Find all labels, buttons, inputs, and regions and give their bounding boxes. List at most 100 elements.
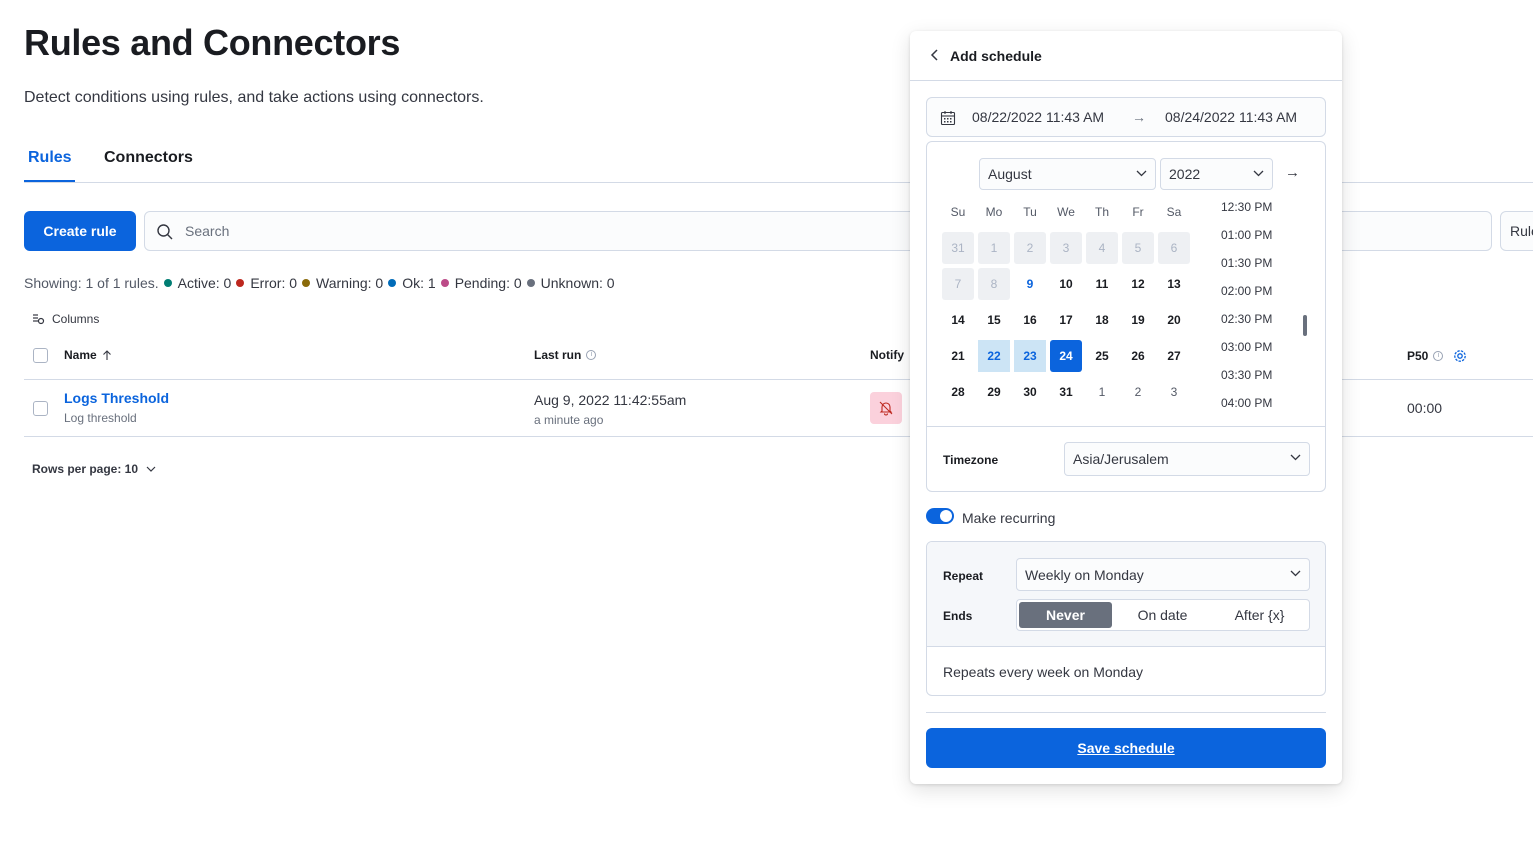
calendar-day[interactable]: 1	[978, 232, 1010, 264]
add-schedule-popover: Add schedule 08/22/2022 11:43 AM → 08/24…	[910, 31, 1342, 784]
columns-button[interactable]: Columns	[32, 312, 99, 326]
calendar-day[interactable]: 10	[1050, 268, 1082, 300]
time-option[interactable]: 03:00 PM	[1221, 340, 1272, 354]
create-rule-button[interactable]: Create rule	[24, 211, 136, 251]
time-option[interactable]: 02:30 PM	[1221, 312, 1272, 326]
column-header-last-run[interactable]: Last run i	[534, 348, 597, 362]
gear-icon[interactable]	[1452, 348, 1468, 364]
make-recurring-label: Make recurring	[962, 510, 1056, 526]
ends-on-date-button[interactable]: On date	[1116, 602, 1209, 628]
calendar-day[interactable]: 3	[1158, 376, 1190, 408]
calendar-day[interactable]: 23	[1014, 340, 1046, 372]
calendar-day[interactable]: 15	[978, 304, 1010, 336]
date-picker: August 2022 → 12:30 PM 01:00 PM 01:30 PM 02…	[926, 141, 1326, 492]
rule-type-filter[interactable]: Rule	[1500, 211, 1533, 251]
time-option[interactable]: 04:00 PM	[1221, 396, 1272, 410]
timezone-label: Timezone	[943, 453, 999, 467]
calendar-day[interactable]: 28	[942, 376, 974, 408]
repeat-label: Repeat	[943, 569, 984, 583]
repeat-select[interactable]: Weekly on Monday	[1016, 558, 1310, 591]
calendar-day[interactable]: 22	[978, 340, 1010, 372]
p50-value: 00:00	[1407, 400, 1443, 416]
time-option[interactable]: 03:30 PM	[1221, 368, 1272, 382]
select-all-checkbox[interactable]	[33, 348, 48, 363]
calendar-day[interactable]: 30	[1014, 376, 1046, 408]
month-value: August	[988, 166, 1032, 182]
calendar-day[interactable]: 4	[1086, 232, 1118, 264]
recurrence-summary: Repeats every week on Monday	[943, 664, 1143, 680]
column-header-p50[interactable]: P50 i	[1407, 348, 1468, 364]
sort-ascending-icon	[102, 349, 111, 360]
next-month-arrow-icon[interactable]: →	[1285, 164, 1300, 181]
tab-rules[interactable]: Rules	[28, 149, 72, 167]
weekday-label: Tu	[1023, 205, 1037, 219]
chevron-left-icon[interactable]	[928, 47, 942, 63]
ends-after-button[interactable]: After {x}	[1213, 602, 1306, 628]
rows-per-page-label: Rows per page: 10	[32, 462, 139, 476]
calendar-day[interactable]: 9	[1014, 268, 1046, 300]
calendar-day[interactable]: 13	[1158, 268, 1190, 300]
rows-per-page-button[interactable]: Rows per page: 10	[32, 462, 156, 476]
time-option[interactable]: 01:00 PM	[1221, 228, 1272, 242]
calendar-day[interactable]: 2	[1014, 232, 1046, 264]
calendar-day[interactable]: 31	[1050, 376, 1082, 408]
weekday-label: Fr	[1132, 205, 1144, 219]
status-dot-warning	[302, 279, 311, 287]
calendar-day[interactable]: 12	[1122, 268, 1154, 300]
range-start-date[interactable]: 08/22/2022 11:43 AM	[972, 109, 1104, 125]
calendar-day[interactable]: 18	[1086, 304, 1118, 336]
calendar-day[interactable]: 7	[942, 268, 974, 300]
snooze-button[interactable]	[870, 392, 902, 424]
calendar-day[interactable]: 27	[1158, 340, 1190, 372]
calendar-day[interactable]: 21	[942, 340, 974, 372]
timezone-select[interactable]: Asia/Jerusalem	[1064, 442, 1310, 476]
toggle-knob	[940, 510, 952, 522]
year-select[interactable]: 2022	[1160, 158, 1273, 190]
status-dot-active	[163, 279, 172, 287]
calendar-day[interactable]: 6	[1158, 232, 1190, 264]
stat-active: Active: 0	[177, 275, 232, 291]
calendar-day[interactable]: 2	[1122, 376, 1154, 408]
tab-connectors[interactable]: Connectors	[104, 149, 193, 167]
chevron-down-icon	[1290, 454, 1301, 461]
search-icon	[157, 224, 173, 240]
last-run-relative: a minute ago	[534, 413, 604, 427]
calendar-day[interactable]: 14	[942, 304, 974, 336]
time-option[interactable]: 02:00 PM	[1221, 284, 1272, 298]
recurrence-settings: Repeat Weekly on Monday Ends Never On da…	[926, 541, 1326, 696]
calendar-day[interactable]: 31	[942, 232, 974, 264]
calendar-day[interactable]: 20	[1158, 304, 1190, 336]
calendar-day[interactable]: 8	[978, 268, 1010, 300]
save-schedule-button[interactable]: Save schedule	[926, 728, 1326, 768]
ends-never-button[interactable]: Never	[1019, 602, 1112, 628]
status-dot-ok	[388, 279, 397, 287]
calendar-day[interactable]: 24	[1050, 340, 1082, 372]
last-run-date: Aug 9, 2022 11:42:55am	[534, 392, 687, 408]
calendar-day[interactable]: 26	[1122, 340, 1154, 372]
calendar-day[interactable]: 5	[1122, 232, 1154, 264]
chevron-down-icon	[146, 466, 156, 472]
calendar-day[interactable]: 3	[1050, 232, 1082, 264]
time-option[interactable]: 01:30 PM	[1221, 256, 1272, 270]
rule-name-link[interactable]: Logs Threshold	[64, 390, 169, 406]
time-option[interactable]: 12:30 PM	[1221, 200, 1272, 214]
calendar-day[interactable]: 16	[1014, 304, 1046, 336]
calendar-day[interactable]: 19	[1122, 304, 1154, 336]
weekday-label: Su	[950, 205, 966, 219]
column-header-name[interactable]: Name	[64, 348, 112, 362]
calendar-day[interactable]: 25	[1086, 340, 1118, 372]
row-checkbox[interactable]	[33, 401, 48, 416]
make-recurring-toggle[interactable]	[926, 508, 954, 524]
calendar-day[interactable]: 11	[1086, 268, 1118, 300]
time-list-scrollbar[interactable]	[1303, 315, 1307, 336]
arrow-right-icon: →	[1132, 109, 1146, 125]
calendar-day[interactable]: 29	[978, 376, 1010, 408]
month-select[interactable]: August	[979, 158, 1156, 190]
stat-warning: Warning: 0	[316, 275, 384, 291]
calendar-day[interactable]: 17	[1050, 304, 1082, 336]
date-range-input[interactable]: 08/22/2022 11:43 AM → 08/24/2022 11:43 A…	[926, 97, 1326, 137]
range-end-date[interactable]: 08/24/2022 11:43 AM	[1165, 109, 1297, 125]
ends-button-group: Never On date After {x}	[1016, 599, 1310, 631]
calendar-day[interactable]: 1	[1086, 376, 1118, 408]
column-header-notify[interactable]: Notify	[870, 348, 904, 362]
